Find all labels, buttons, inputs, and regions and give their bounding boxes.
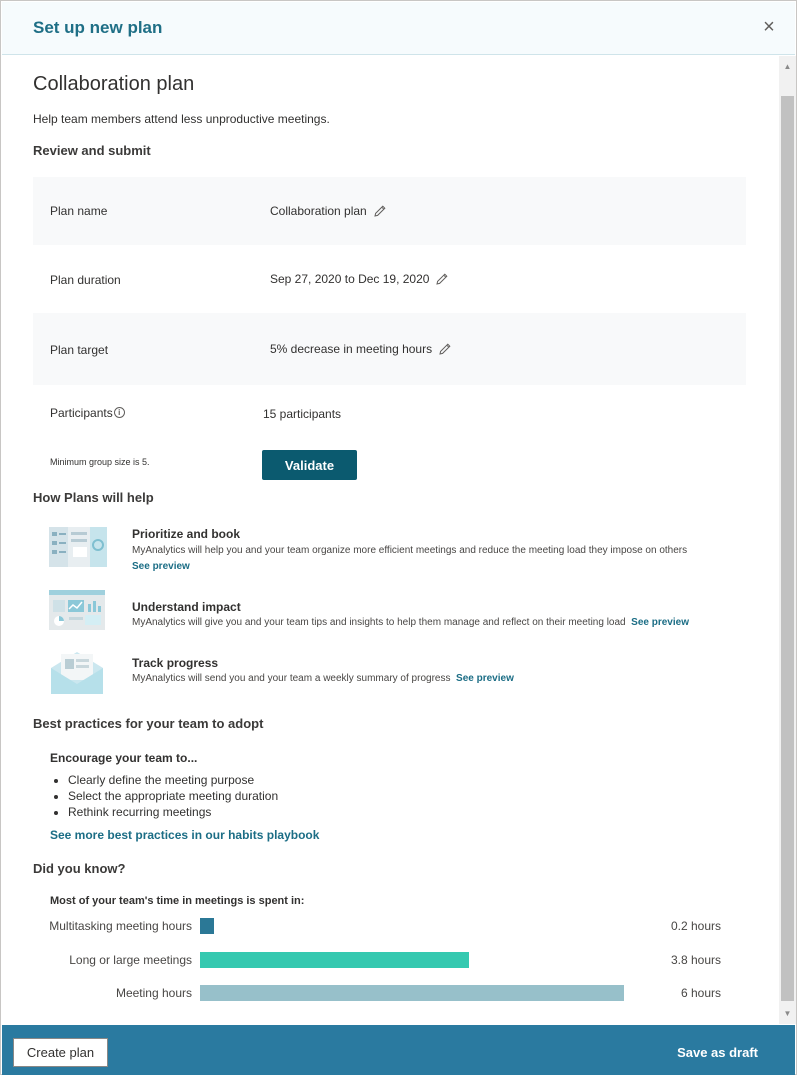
help-item-desc: MyAnalytics will give you and your team …	[132, 617, 689, 628]
plan-duration-value: Sep 27, 2020 to Dec 19, 2020	[270, 272, 430, 286]
bar	[200, 985, 624, 1001]
bar-category-label: Multitasking meeting hours	[49, 919, 192, 933]
dialog-footer: Create plan Save as draft	[2, 1025, 795, 1075]
edit-pencil-icon[interactable]	[373, 204, 387, 221]
practices-list: Clearly define the meeting purpose Selec…	[51, 772, 278, 820]
did-you-know-heading: Did you know?	[33, 861, 126, 876]
plan-target-value: 5% decrease in meeting hours	[270, 342, 433, 356]
plan-description: Help team members attend less unproducti…	[33, 112, 330, 126]
help-item-desc: MyAnalytics will help you and your team …	[132, 545, 688, 556]
dialog-title: Set up new plan	[33, 18, 163, 37]
bar	[200, 918, 215, 934]
help-item-title: Understand impact	[132, 600, 241, 614]
track-progress-illustration-icon	[49, 648, 105, 701]
close-icon[interactable]: ×	[759, 17, 779, 37]
help-heading: How Plans will help	[33, 490, 154, 505]
practices-heading: Best practices for your team to adopt	[33, 716, 264, 731]
save-as-draft-button[interactable]: Save as draft	[677, 1045, 758, 1060]
bar-value-label: 0.2 hours	[670, 919, 721, 933]
review-row-plan-name: Plan name Collaboration plan	[33, 177, 746, 245]
help-item-title: Prioritize and book	[132, 527, 241, 541]
habits-playbook-link[interactable]: See more best practices in our habits pl…	[50, 828, 319, 842]
participants-label-text: Participants	[50, 406, 113, 420]
review-row-plan-duration: Plan duration Sep 27, 2020 to Dec 19, 20…	[33, 245, 746, 313]
scroll-down-arrow-icon[interactable]: ▼	[779, 1005, 796, 1022]
row-label: Plan duration	[50, 273, 121, 287]
bar-category-label: Meeting hours	[115, 986, 192, 1000]
bar-value-label: 3.8 hours	[670, 952, 721, 967]
edit-pencil-icon[interactable]	[435, 272, 449, 289]
help-item-title: Track progress	[132, 656, 219, 670]
see-preview-link[interactable]: See preview	[456, 673, 514, 684]
row-value: 5% decrease in meeting hours	[270, 342, 452, 359]
list-item: Clearly define the meeting purpose	[68, 772, 278, 788]
plan-title: Collaboration plan	[33, 73, 195, 95]
review-heading: Review and submit	[33, 143, 151, 158]
bar	[200, 951, 469, 968]
plan-name-value: Collaboration plan	[270, 204, 367, 218]
review-row-plan-target: Plan target 5% decrease in meeting hours	[33, 313, 746, 385]
edit-pencil-icon[interactable]	[438, 342, 452, 359]
validate-button[interactable]: Validate	[262, 450, 357, 480]
row-value: Sep 27, 2020 to Dec 19, 2020	[270, 272, 449, 289]
min-group-note: Minimum group size is 5.	[50, 457, 150, 467]
bar-category-label: Long or large meetings	[69, 952, 192, 967]
scroll-up-arrow-icon[interactable]: ▲	[779, 58, 796, 75]
create-plan-button[interactable]: Create plan	[13, 1038, 108, 1067]
see-preview-link[interactable]: See preview	[631, 617, 689, 628]
scrollbar-thumb[interactable]	[781, 96, 794, 1001]
practices-intro: Encourage your team to...	[50, 751, 198, 765]
help-item-desc-text: MyAnalytics will give you and your team …	[132, 617, 626, 628]
scroll-content: Collaboration plan Help team members att…	[2, 56, 779, 1024]
dialog: Set up new plan × Collaboration plan Hel…	[0, 0, 797, 1075]
see-preview-link[interactable]: See preview	[132, 561, 190, 572]
list-item: Rethink recurring meetings	[68, 804, 278, 820]
prioritize-illustration-icon	[49, 527, 107, 572]
row-label: Plan name	[50, 204, 108, 218]
row-label: Plan target	[50, 343, 109, 357]
row-value: Collaboration plan	[270, 204, 387, 221]
bar-value-label: 6 hours	[680, 986, 721, 1000]
did-you-know-subheading: Most of your team's time in meetings is …	[50, 895, 305, 907]
dialog-header: Set up new plan ×	[2, 2, 795, 55]
help-item-desc-text: MyAnalytics will send you and your team …	[132, 673, 451, 684]
help-item-desc: MyAnalytics will send you and your team …	[132, 673, 514, 684]
vertical-scrollbar[interactable]: ▲ ▼	[779, 56, 796, 1024]
understand-impact-illustration-icon	[49, 590, 105, 635]
list-item: Select the appropriate meeting duration	[68, 788, 278, 804]
participants-label: Participants i	[50, 406, 125, 420]
participants-value: 15 participants	[263, 407, 342, 421]
info-icon[interactable]: i	[113, 407, 125, 418]
